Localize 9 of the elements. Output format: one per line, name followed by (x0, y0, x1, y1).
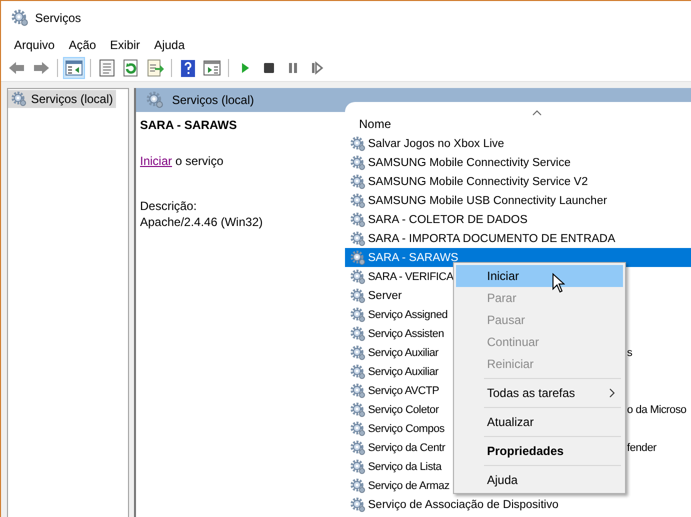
row-text-fragment: s (627, 346, 632, 358)
description-text: Apache/2.4.46 (Win32) (140, 215, 264, 229)
row-text-fragment: o da Microso (627, 404, 686, 416)
service-name: SARA - SARAWS (140, 118, 238, 132)
pane-title: Serviços (local) (172, 93, 254, 107)
row-text-fragment: fender (627, 442, 656, 454)
action-sentence: Iniciar o serviço (140, 154, 224, 168)
window-title: Serviços (35, 11, 82, 25)
description-label: Descrição: (140, 199, 198, 213)
